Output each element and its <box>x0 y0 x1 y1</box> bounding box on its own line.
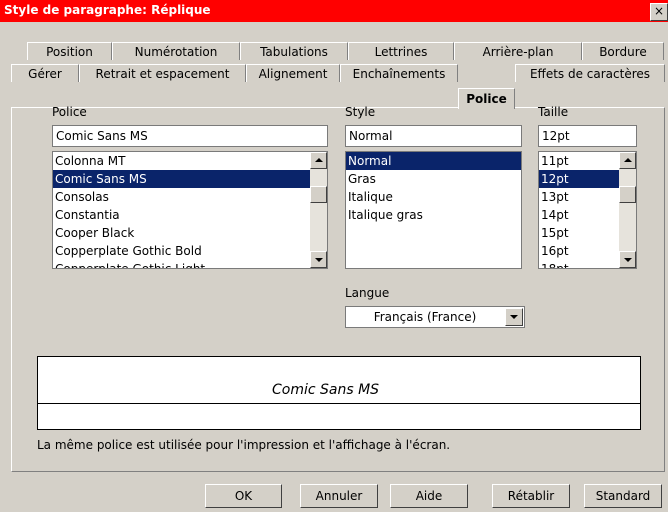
list-item[interactable]: Cooper Black <box>53 224 327 242</box>
list-item[interactable]: Gras <box>346 170 521 188</box>
close-icon[interactable]: × <box>650 3 668 21</box>
font-list-scrollbar[interactable] <box>310 152 327 268</box>
font-label: Police <box>52 105 87 119</box>
tab-retrait-espacement[interactable]: Retrait et espacement <box>79 64 246 82</box>
size-label: Taille <box>538 105 569 119</box>
info-text: La même police est utilisée pour l'impre… <box>37 438 451 452</box>
list-item[interactable]: Colonna MT <box>53 152 327 170</box>
cancel-button[interactable]: Annuler <box>300 484 378 508</box>
size-list-scrollbar[interactable] <box>619 152 636 268</box>
list-item-selected[interactable]: Comic Sans MS <box>53 170 327 188</box>
scroll-down-icon[interactable] <box>619 251 636 268</box>
ok-button[interactable]: OK <box>205 484 282 508</box>
tab-effets-caracteres[interactable]: Effets de caractères <box>515 64 665 82</box>
tab-police[interactable]: Police <box>458 88 515 109</box>
preview-baseline <box>38 403 640 404</box>
style-field[interactable]: Normal <box>345 125 522 147</box>
list-item-selected[interactable]: Normal <box>346 152 521 170</box>
standard-button[interactable]: Standard <box>584 484 662 508</box>
scroll-down-icon[interactable] <box>310 251 327 268</box>
tab-gerer[interactable]: Gérer <box>11 64 79 82</box>
size-list[interactable]: 11pt 12pt 13pt 14pt 15pt 16pt 18pt <box>538 151 637 269</box>
font-list[interactable]: Colonna MT Comic Sans MS Consolas Consta… <box>52 151 328 269</box>
list-item[interactable]: Consolas <box>53 188 327 206</box>
help-button[interactable]: Aide <box>390 484 468 508</box>
window-title: Style de paragraphe: Réplique <box>4 3 211 17</box>
scroll-thumb[interactable] <box>310 186 327 203</box>
language-label: Langue <box>345 286 390 300</box>
list-item[interactable]: Italique gras <box>346 206 521 224</box>
preview-text: Comic Sans MS <box>268 382 384 398</box>
reset-button[interactable]: Rétablir <box>492 484 570 508</box>
tab-lettrines[interactable]: Lettrines <box>348 42 454 60</box>
scroll-up-icon[interactable] <box>619 152 636 169</box>
list-item[interactable]: Copperplate Gothic Bold <box>53 242 327 260</box>
tab-numerotation[interactable]: Numérotation <box>112 42 240 60</box>
tab-bordure[interactable]: Bordure <box>582 42 664 60</box>
scroll-up-icon[interactable] <box>310 152 327 169</box>
list-item[interactable]: Copperplate Gothic Light <box>53 260 327 268</box>
dropdown-arrow-icon[interactable] <box>505 308 523 326</box>
list-item[interactable]: Constantia <box>53 206 327 224</box>
scroll-thumb[interactable] <box>619 186 636 203</box>
list-item[interactable]: Italique <box>346 188 521 206</box>
font-name-field[interactable]: Comic Sans MS <box>52 125 328 147</box>
tab-tabulations[interactable]: Tabulations <box>240 42 348 60</box>
style-list[interactable]: Normal Gras Italique Italique gras <box>345 151 522 269</box>
tab-position[interactable]: Position <box>27 42 112 60</box>
language-select[interactable]: Français (France) <box>345 306 525 328</box>
style-label: Style <box>345 105 376 119</box>
size-field[interactable]: 12pt <box>538 125 637 147</box>
font-preview: Comic Sans MS <box>37 356 641 430</box>
tab-arriere-plan[interactable]: Arrière-plan <box>454 42 582 60</box>
title-bar: Style de paragraphe: Réplique × <box>0 0 668 22</box>
tab-alignement[interactable]: Alignement <box>246 64 340 82</box>
tab-enchainements[interactable]: Enchaînements <box>340 64 458 82</box>
